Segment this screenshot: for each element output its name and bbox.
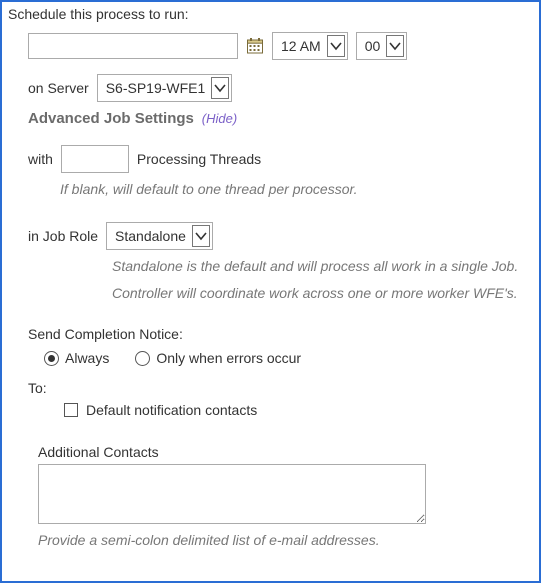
job-role-label: in Job Role: [28, 228, 98, 244]
radio-label-always: Always: [65, 350, 109, 366]
schedule-date-input[interactable]: [28, 33, 238, 59]
job-role-row: in Job Role Standalone: [28, 222, 533, 250]
send-completion-notice-label: Send Completion Notice:: [28, 326, 533, 342]
processing-threads-row: with Processing Threads: [28, 145, 533, 173]
job-role-helper-2: Controller will coordinate work across o…: [112, 283, 532, 304]
radio-label-errors: Only when errors occur: [156, 350, 301, 366]
additional-contacts-helper: Provide a semi-colon delimited list of e…: [38, 532, 533, 548]
chevron-down-icon: [211, 77, 229, 99]
schedule-minute-value: 00: [365, 38, 381, 54]
threads-helper-text: If blank, will default to one thread per…: [60, 179, 533, 200]
schedule-heading: Schedule this process to run:: [8, 6, 533, 22]
server-label: on Server: [28, 80, 89, 96]
default-contacts-row[interactable]: Default notification contacts: [64, 402, 533, 418]
additional-contacts-label: Additional Contacts: [38, 444, 533, 460]
server-row: on Server S6-SP19-WFE1: [28, 74, 533, 102]
to-label: To:: [28, 380, 533, 396]
radio-icon: [135, 351, 150, 366]
job-role-value: Standalone: [115, 228, 186, 244]
schedule-hour-select[interactable]: 12 AM: [272, 32, 348, 60]
notice-radio-errors[interactable]: Only when errors occur: [135, 350, 301, 366]
calendar-icon[interactable]: [246, 37, 264, 55]
additional-contacts-input[interactable]: [38, 464, 426, 524]
advanced-toggle-link[interactable]: Hide: [202, 111, 237, 126]
schedule-datetime-row: 12 AM 00: [28, 32, 533, 60]
threads-suffix-label: Processing Threads: [137, 151, 261, 167]
default-contacts-checkbox[interactable]: [64, 403, 78, 417]
server-select[interactable]: S6-SP19-WFE1: [97, 74, 233, 102]
schedule-hour-value: 12 AM: [281, 38, 321, 54]
notice-radio-group: Always Only when errors occur: [44, 350, 533, 366]
chevron-down-icon: [327, 35, 345, 57]
chevron-down-icon: [386, 35, 404, 57]
advanced-job-settings-header: Advanced Job Settings Hide: [28, 110, 533, 127]
radio-icon: [44, 351, 59, 366]
notice-radio-always[interactable]: Always: [44, 350, 109, 366]
processing-threads-input[interactable]: [61, 145, 129, 173]
server-value: S6-SP19-WFE1: [106, 80, 206, 96]
chevron-down-icon: [192, 225, 210, 247]
job-role-helper-1: Standalone is the default and will proce…: [112, 256, 532, 277]
threads-prefix-label: with: [28, 151, 53, 167]
job-role-select[interactable]: Standalone: [106, 222, 213, 250]
schedule-minute-select[interactable]: 00: [356, 32, 408, 60]
advanced-heading-label: Advanced Job Settings: [28, 110, 194, 127]
default-contacts-label: Default notification contacts: [86, 402, 257, 418]
